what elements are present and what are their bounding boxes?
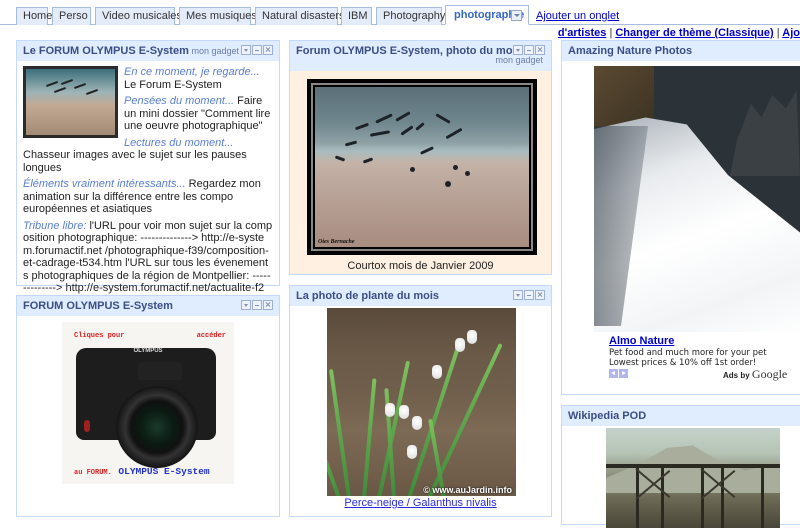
gadget-controls bbox=[240, 300, 273, 311]
gadget-title: Le FORUM OLYMPUS E-System bbox=[23, 45, 189, 57]
close-icon[interactable] bbox=[535, 290, 545, 300]
close-icon[interactable] bbox=[263, 300, 273, 310]
ad-title-link[interactable]: Almo Nature bbox=[609, 335, 674, 347]
plant-caption-link[interactable]: Perce-neige / Galanthus nivalis bbox=[290, 497, 551, 509]
wikipedia-picture[interactable] bbox=[606, 428, 780, 528]
gadget-forum-camera: FORUM OLYMPUS E-System Cliques pour accé… bbox=[16, 295, 280, 517]
change-theme-link[interactable]: Changer de thème (Classique) bbox=[615, 27, 773, 39]
gadget-controls bbox=[512, 290, 545, 301]
gadget-menu-icon[interactable] bbox=[513, 290, 523, 300]
camera-image-link[interactable]: Cliques pour accéder OLYMPUS au FORUM. O… bbox=[62, 322, 234, 484]
minimize-icon[interactable] bbox=[252, 45, 262, 55]
tab-natural-disasters[interactable]: Natural disasters bbox=[255, 7, 345, 25]
gadget-title: Wikipedia POD bbox=[568, 410, 647, 422]
gadget-title: FORUM OLYMPUS E-System bbox=[23, 300, 173, 312]
add-tab-link[interactable]: Ajouter un onglet bbox=[536, 10, 619, 22]
ad-line: Pet food and much more for your pet bbox=[609, 348, 767, 358]
gadget-photo-du-mois: Forum OLYMPUS E-System, photo du mois mo… bbox=[289, 40, 552, 275]
mon-gadget-link[interactable]: mon gadget bbox=[495, 53, 543, 67]
photo-of-month-caption: Courtox mois de Janvier 2009 bbox=[347, 260, 494, 272]
tab-home[interactable]: Home bbox=[16, 7, 52, 25]
tab-bar: Home Perso Video musicales Mes musiques … bbox=[0, 0, 800, 25]
minimize-icon[interactable] bbox=[252, 300, 262, 310]
tab-photography[interactable]: Photography bbox=[376, 7, 445, 25]
separator: | bbox=[776, 27, 780, 39]
plant-credit: © www.auJardin.info bbox=[423, 485, 512, 495]
gadget-title: Amazing Nature Photos bbox=[568, 45, 693, 57]
entry-label: Tribune libre: bbox=[23, 219, 87, 232]
profile-thumbnail bbox=[23, 66, 118, 138]
entry-label: Pensées du moment... bbox=[124, 95, 235, 107]
camera-caption-left: Cliques pour bbox=[74, 332, 125, 340]
photo-signature: Oies Bernache bbox=[318, 239, 355, 245]
add-stuff-link[interactable]: Ajo bbox=[782, 27, 800, 39]
caption-part: OLYMPUS E-System bbox=[118, 466, 210, 477]
status-entry: Lectures du moment... Chasseur images av… bbox=[23, 137, 273, 175]
gadget-header[interactable]: Le FORUM OLYMPUS E-System mon gadget bbox=[17, 41, 279, 61]
separator: | bbox=[609, 27, 613, 39]
entry-text: Chasseur images avec le sujet sur les pa… bbox=[23, 149, 247, 174]
ads-by-google[interactable]: Ads by Google bbox=[723, 367, 787, 382]
camera-caption-bottom: au FORUM. OLYMPUS E-System bbox=[74, 466, 210, 478]
camera-body bbox=[76, 348, 216, 468]
tab-mes-musiques[interactable]: Mes musiques bbox=[179, 7, 257, 25]
gadget-plante-du-mois: La photo de plante du mois © www.auJardi… bbox=[289, 285, 552, 517]
entry-label: Lectures du moment... bbox=[124, 136, 234, 149]
camera-light bbox=[84, 420, 90, 432]
gadget-menu-icon[interactable] bbox=[241, 300, 251, 310]
entry-text: Le Forum E-System bbox=[124, 78, 222, 91]
plant-image[interactable]: © www.auJardin.info bbox=[327, 308, 516, 496]
gadget-header[interactable]: La photo de plante du mois bbox=[290, 286, 551, 306]
status-entry: Éléments vraiment intéressants... Regard… bbox=[23, 178, 273, 216]
ad-navigation bbox=[609, 369, 629, 381]
minimize-icon[interactable] bbox=[524, 290, 534, 300]
gadget-wikipedia-pod: Wikipedia POD bbox=[561, 405, 800, 528]
tab-menu-dropdown-icon[interactable] bbox=[511, 10, 522, 21]
tab-video-musicales[interactable]: Video musicales bbox=[95, 7, 182, 25]
photo-of-month-image: Oies Bernache bbox=[315, 87, 529, 247]
camera-prism bbox=[138, 362, 182, 380]
ads-by-label: Ads by bbox=[723, 371, 750, 380]
gadget-title: La photo de plante du mois bbox=[296, 290, 439, 302]
close-icon[interactable] bbox=[263, 45, 273, 55]
photo-of-month-frame[interactable]: Oies Bernache bbox=[307, 79, 537, 255]
entry-label: En ce moment, je regarde... bbox=[124, 66, 260, 78]
ad-next-icon[interactable] bbox=[619, 369, 628, 378]
gadget-title: Forum OLYMPUS E-System, photo du mois bbox=[296, 45, 522, 57]
artists-link[interactable]: d'artistes bbox=[558, 27, 606, 39]
tab-ibm[interactable]: IBM bbox=[341, 7, 372, 25]
camera-brand: OLYMPUS bbox=[133, 348, 163, 354]
gadget-header[interactable]: Amazing Nature Photos bbox=[562, 41, 800, 61]
top-links: d'artistes | Changer de thème (Classique… bbox=[558, 27, 800, 39]
gadget-header[interactable]: FORUM OLYMPUS E-System bbox=[17, 296, 279, 316]
ad-prev-icon[interactable] bbox=[609, 369, 618, 378]
gadget-header[interactable]: Forum OLYMPUS E-System, photo du mois mo… bbox=[290, 41, 551, 71]
google-logo: Google bbox=[751, 367, 788, 381]
nature-photo[interactable] bbox=[594, 66, 800, 332]
tab-perso[interactable]: Perso bbox=[52, 7, 91, 25]
gadget-forum-text: Le FORUM OLYMPUS E-System mon gadget En … bbox=[16, 40, 280, 319]
gadget-controls bbox=[240, 45, 273, 56]
gadget-amazing-nature: Amazing Nature Photos Almo Nature Pet fo… bbox=[561, 40, 800, 395]
gadget-body: En ce moment, je regarde... Le Forum E-S… bbox=[17, 61, 279, 329]
mon-gadget-link[interactable]: mon gadget bbox=[191, 41, 239, 61]
gadget-menu-icon[interactable] bbox=[241, 45, 251, 55]
entry-label: Éléments vraiment intéressants... bbox=[23, 178, 186, 190]
gadget-header[interactable]: Wikipedia POD bbox=[562, 406, 800, 426]
camera-lens bbox=[116, 386, 198, 468]
caption-part: au FORUM. bbox=[74, 469, 112, 477]
camera-caption-right: accéder bbox=[196, 332, 226, 340]
tab-photographie[interactable]: photographie bbox=[445, 5, 529, 25]
